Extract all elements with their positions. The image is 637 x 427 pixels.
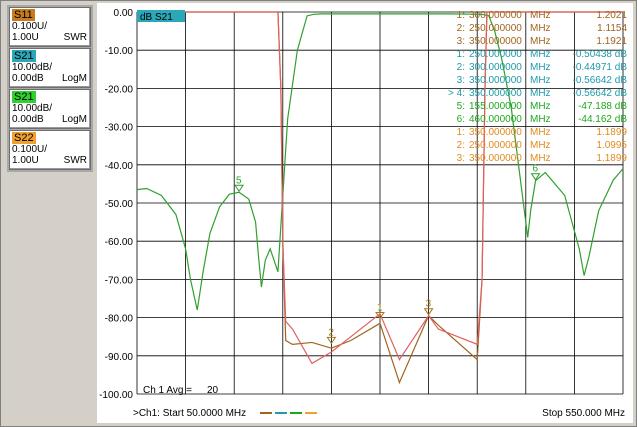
marker-row-freq: 350.000000: [469, 127, 522, 138]
marker-row-freq: 350.000000: [469, 153, 522, 164]
marker-row-num: 2:: [457, 23, 465, 34]
marker-row-num: 1:: [457, 127, 465, 138]
marker-1-label: 1: [377, 303, 383, 314]
marker-row-num: 3:: [457, 75, 465, 86]
marker-row-value: -0.50438 dB: [573, 49, 628, 60]
marker-row-freq: 350.000000: [469, 75, 522, 86]
trace-ref: 0.00dB: [12, 114, 44, 125]
marker-row-unit: MHz: [530, 140, 551, 151]
marker-readout-table: 1: 300.000000 MHz 1.2021 2: 250.000000 MHz 1.11…: [448, 10, 627, 164]
s-parameter-plot[interactable]: 0.00 -10.00 -20.00 -30.00 -40.00 -50.00 -60.00…: [97, 3, 633, 403]
marker-row-freq: 250.000000: [469, 49, 522, 60]
marker-row-freq: 460.000000: [469, 114, 522, 125]
marker-row-unit: MHz: [530, 127, 551, 138]
marker-row-value: 1.1899: [596, 127, 627, 138]
y-tick-label: -80.00: [105, 314, 134, 325]
trace-panel-s11[interactable]: S11 0.100U/ 1.00U SWR: [9, 7, 91, 47]
trace-scale: 10.00dB/: [12, 62, 53, 73]
marker-row-freq: 350.000000: [469, 36, 522, 47]
y-tick-label: -50.00: [105, 199, 134, 210]
marker-row-value: 1.1899: [596, 153, 627, 164]
y-tick-label: -100.00: [99, 390, 133, 401]
trace-scale: 0.100U/: [12, 144, 48, 155]
marker-row-value: -44.162 dB: [578, 114, 627, 125]
marker-row-value: -0.56642 dB: [573, 75, 628, 86]
marker-row-num: 3:: [457, 36, 465, 47]
marker-row-freq: 300.000000: [469, 10, 522, 21]
marker-row-freq: 300.000000: [469, 62, 522, 73]
trace-ref: 0.00dB: [12, 73, 44, 84]
marker-row-unit: MHz: [530, 153, 551, 164]
avg-label: Ch 1 Avg =: [143, 385, 192, 396]
marker-row-num: 1:: [457, 10, 465, 21]
marker-row-freq: 350.000000: [469, 88, 522, 99]
marker-row-unit: MHz: [530, 75, 551, 86]
marker-row-unit: MHz: [530, 49, 551, 60]
trace-scale: 0.100U/: [12, 21, 48, 32]
trace-format: SWR: [63, 155, 87, 166]
y-tick-label: -30.00: [105, 123, 134, 134]
trace-tag: S21: [12, 50, 36, 62]
marker-row-unit: MHz: [530, 62, 551, 73]
trace-legend-dashes: [260, 412, 317, 414]
start-frequency[interactable]: >Ch1: Start 50.0000 MHz: [133, 408, 246, 419]
marker-row-unit: MHz: [530, 101, 551, 112]
trace-panel-s22[interactable]: S22 0.100U/ 1.00U SWR: [9, 130, 91, 170]
marker-row-freq: 250.000000: [469, 140, 522, 151]
marker-3-label: 3: [426, 299, 432, 310]
stop-frequency[interactable]: Stop 550.000 MHz: [542, 408, 625, 419]
marker-row-value: -47.188 dB: [578, 101, 627, 112]
trace-tag: S11: [12, 9, 35, 21]
active-trace-label: dB S21: [140, 12, 173, 23]
y-tick-label: -60.00: [105, 237, 134, 248]
marker-row-value: 1.0995: [596, 140, 627, 151]
marker-row-unit: MHz: [530, 114, 551, 125]
trace-ref: 1.00U: [12, 32, 39, 43]
trace-panel-s21-a[interactable]: S21 10.00dB/ 0.00dB LogM: [9, 48, 91, 88]
y-tick-label: -10.00: [105, 46, 134, 57]
chart-area: 0.00 -10.00 -20.00 -30.00 -40.00 -50.00 -60.00…: [97, 3, 633, 403]
trace-format: SWR: [63, 32, 87, 43]
marker-row-unit: MHz: [530, 10, 551, 21]
marker-row-num: > 4:: [448, 88, 465, 99]
trace-scale: 10.00dB/: [12, 103, 53, 114]
marker-row-unit: MHz: [530, 88, 551, 99]
y-tick-label: -90.00: [105, 352, 134, 363]
marker-row-value: 1.1921: [596, 36, 627, 47]
avg-value: 20: [207, 385, 219, 396]
marker-row-num: 2:: [457, 62, 465, 73]
marker-row-value: 1.1154: [597, 23, 627, 34]
status-footer: >Ch1: Start 50.0000 MHz Stop 550.000 MHz: [97, 403, 633, 423]
marker-row-unit: MHz: [530, 36, 551, 47]
marker-row-unit: MHz: [530, 23, 551, 34]
active-trace-label-group: dB S21: [137, 10, 185, 23]
trace-tag: S22: [12, 132, 36, 144]
analyzer-window: S11 0.100U/ 1.00U SWR S21 10.00dB/ 0.00d…: [0, 0, 637, 427]
trace-format: LogM: [61, 114, 87, 125]
marker-row-freq: 250.000000: [469, 23, 522, 34]
marker-row-num: 1:: [457, 49, 465, 60]
marker-6-label: 6: [533, 164, 539, 175]
marker-row-num: 5:: [457, 101, 465, 112]
marker-glyphs: 5 6 1 2 3: [234, 164, 541, 345]
marker-2-label: 2: [328, 327, 334, 338]
trace-format: LogM: [61, 73, 87, 84]
y-tick-label: -20.00: [105, 84, 134, 95]
marker-row-value: 1.2021: [596, 10, 627, 21]
y-axis-labels: 0.00 -10.00 -20.00 -30.00 -40.00 -50.00 -60.00…: [99, 8, 133, 401]
marker-5-label: 5: [236, 175, 242, 186]
marker-row-num: 3:: [457, 153, 465, 164]
marker-row-num: 6:: [457, 114, 465, 125]
marker-row-num: 2:: [457, 140, 465, 151]
trace-tag: S21: [12, 91, 36, 103]
y-tick-label: 0.00: [114, 8, 134, 19]
marker-row-value: -0.44971 dB: [573, 62, 628, 73]
trace-ref: 1.00U: [12, 155, 39, 166]
y-tick-label: -70.00: [105, 275, 134, 286]
marker-row-freq: 155.000000: [469, 101, 522, 112]
trace-panel-s21-b[interactable]: S21 10.00dB/ 0.00dB LogM: [9, 89, 91, 129]
marker-row-value: -0.56642 dB: [573, 88, 628, 99]
avg-readout: Ch 1 Avg = 20: [143, 385, 219, 396]
y-tick-label: -40.00: [105, 161, 134, 172]
